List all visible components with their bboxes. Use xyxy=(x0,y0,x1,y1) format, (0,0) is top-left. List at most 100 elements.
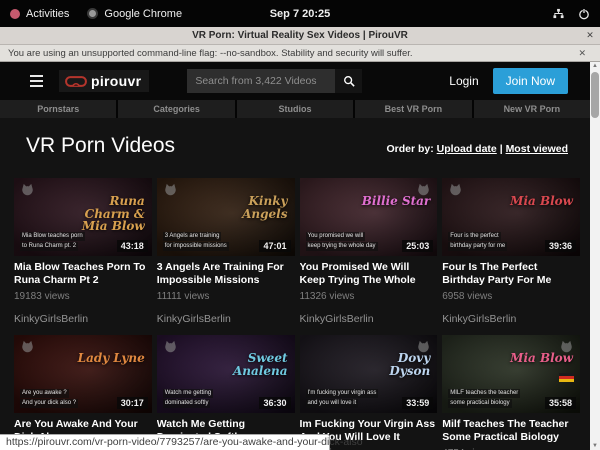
thumb-overlay-name: Runa Charm & Mia Blow xyxy=(75,195,145,233)
thumb-caption: Mia Blow teaches pornto Runa Charm pt. 2 xyxy=(20,232,85,251)
nav-item-best-vr[interactable]: Best VR Porn xyxy=(355,100,471,118)
window-titlebar: VR Porn: Virtual Reality Sex Videos | Pi… xyxy=(0,27,600,45)
video-views: 11111 views xyxy=(157,291,295,302)
video-grid: Runa Charm & Mia Blow Mia Blow teaches p… xyxy=(14,178,580,450)
video-studio-link[interactable]: KinkyGirlsBerlin xyxy=(157,313,295,326)
video-card: Billie Star You promised we willkeep try… xyxy=(300,178,438,326)
video-thumbnail[interactable]: Mia Blow MILF teaches the teachersome pr… xyxy=(442,335,580,413)
duration-badge: 30:17 xyxy=(117,397,148,409)
infobar-message: You are using an unsupported command-lin… xyxy=(8,48,572,59)
video-card: Kinky Angels 3 Angels are trainingfor im… xyxy=(157,178,295,326)
login-link[interactable]: Login xyxy=(449,74,478,88)
duration-badge: 43:18 xyxy=(117,240,148,252)
web-page: pirouvr Login Join Now Pornstars Categor… xyxy=(0,62,600,450)
thumb-overlay-name: Dovy Dyson xyxy=(360,352,430,377)
nav-item-new-vr[interactable]: New VR Porn xyxy=(474,100,590,118)
video-thumbnail[interactable]: Billie Star You promised we willkeep try… xyxy=(300,178,438,256)
vr-goggles-icon xyxy=(65,76,87,87)
video-thumbnail[interactable]: Mia Blow Four is the perfectbirthday par… xyxy=(442,178,580,256)
thumb-overlay-name: Sweet Analena xyxy=(218,352,288,377)
thumb-caption: MILF teaches the teachersome practical b… xyxy=(448,389,520,408)
duration-badge: 47:01 xyxy=(259,240,290,252)
video-views: 6958 views xyxy=(442,291,580,302)
studio-logo-icon xyxy=(20,182,35,202)
duration-badge: 33:59 xyxy=(402,397,433,409)
window-title: VR Porn: Virtual Reality Sex Videos | Pi… xyxy=(20,30,580,41)
search-input[interactable] xyxy=(187,69,335,93)
search-button[interactable] xyxy=(335,69,362,93)
video-title[interactable]: Milf Teaches The Teacher Some Practical … xyxy=(442,418,580,444)
video-card: Mia Blow Four is the perfectbirthday par… xyxy=(442,178,580,326)
thumb-caption: You promised we willkeep trying the whol… xyxy=(306,232,378,251)
order-by: Order by: Upload date | Most viewed xyxy=(386,143,568,155)
video-thumbnail[interactable]: Kinky Angels 3 Angels are trainingfor im… xyxy=(157,178,295,256)
thumb-overlay-name: Billie Star xyxy=(362,195,431,208)
duration-badge: 39:36 xyxy=(545,240,576,252)
activities-button[interactable]: Activities xyxy=(10,8,69,20)
nav-item-categories[interactable]: Categories xyxy=(118,100,234,118)
video-card: Runa Charm & Mia Blow Mia Blow teaches p… xyxy=(14,178,152,326)
activities-icon xyxy=(10,9,20,19)
thumb-caption: 3 Angels are trainingfor impossible miss… xyxy=(163,232,229,251)
thumb-caption: Watch me gettingdominated softly xyxy=(163,389,213,408)
video-card: Sweet Analena Watch me gettingdominated … xyxy=(157,335,295,450)
power-icon[interactable] xyxy=(578,8,590,20)
video-thumbnail[interactable]: Lady Lyne Are you awake ?And your dick a… xyxy=(14,335,152,413)
main-nav: Pornstars Categories Studios Best VR Por… xyxy=(0,100,590,118)
studio-logo-icon xyxy=(448,182,463,202)
search-icon xyxy=(343,75,355,87)
scrollbar-up-icon[interactable]: ▲ xyxy=(590,63,600,69)
thumb-caption: I'm fucking your virgin assand you will … xyxy=(306,389,379,408)
video-title[interactable]: Mia Blow Teaches Porn To Runa Charm Pt 2 xyxy=(14,261,152,287)
video-studio-link[interactable]: KinkyGirlsBerlin xyxy=(300,313,438,326)
thumb-caption: Four is the perfectbirthday party for me xyxy=(448,232,507,251)
network-icon[interactable] xyxy=(553,8,564,19)
studio-logo-icon xyxy=(163,182,178,202)
thumb-caption: Are you awake ?And your dick also ? xyxy=(20,389,78,408)
nav-item-pornstars[interactable]: Pornstars xyxy=(0,100,116,118)
video-studio-link[interactable]: KinkyGirlsBerlin xyxy=(442,313,580,326)
video-card: Dovy Dyson I'm fucking your virgin assan… xyxy=(300,335,438,450)
chrome-icon xyxy=(87,8,98,19)
scrollbar-thumb[interactable] xyxy=(591,72,599,118)
video-studio-link[interactable]: KinkyGirlsBerlin xyxy=(14,313,152,326)
scrollbar[interactable]: ▲ ▼ xyxy=(590,62,600,450)
studio-logo-icon xyxy=(163,339,178,359)
app-menu-button[interactable]: Google Chrome xyxy=(87,8,182,20)
duration-badge: 25:03 xyxy=(402,240,433,252)
order-by-label: Order by: xyxy=(386,143,433,155)
page-title: VR Porn Videos xyxy=(26,134,175,158)
window-close-icon[interactable]: ✕ xyxy=(580,30,600,41)
infobar-close-icon[interactable]: ✕ xyxy=(572,48,592,59)
studio-logo-icon xyxy=(20,339,35,359)
video-thumbnail[interactable]: Runa Charm & Mia Blow Mia Blow teaches p… xyxy=(14,178,152,256)
order-most-viewed-link[interactable]: Most viewed xyxy=(506,143,568,155)
nav-item-studios[interactable]: Studios xyxy=(237,100,353,118)
video-title[interactable]: 3 Angels Are Training For Impossible Mis… xyxy=(157,261,295,287)
thumb-overlay-name: Mia Blow xyxy=(510,195,573,208)
system-bar: Activities Google Chrome Sep 7 20:25 xyxy=(0,0,600,27)
status-bar-url: https://pirouvr.com/vr-porn-video/779325… xyxy=(0,434,330,450)
video-thumbnail[interactable]: Sweet Analena Watch me gettingdominated … xyxy=(157,335,295,413)
app-menu-label: Google Chrome xyxy=(104,8,182,20)
site-header: pirouvr Login Join Now xyxy=(0,62,590,100)
scrollbar-down-icon[interactable]: ▼ xyxy=(590,443,600,449)
menu-icon[interactable] xyxy=(30,75,43,88)
video-views: 11326 views xyxy=(300,291,438,302)
screen: Activities Google Chrome Sep 7 20:25 VR … xyxy=(0,0,600,450)
order-upload-date-link[interactable]: Upload date xyxy=(437,143,497,155)
flag-icon xyxy=(559,373,574,382)
video-title[interactable]: You Promised We Will Keep Trying The Who… xyxy=(300,261,438,287)
chrome-infobar: You are using an unsupported command-lin… xyxy=(0,45,600,62)
video-thumbnail[interactable]: Dovy Dyson I'm fucking your virgin assan… xyxy=(300,335,438,413)
thumb-overlay-name: Kinky Angels xyxy=(218,195,288,220)
video-card: Mia Blow MILF teaches the teachersome pr… xyxy=(442,335,580,450)
duration-badge: 36:30 xyxy=(259,397,290,409)
join-now-button[interactable]: Join Now xyxy=(493,68,568,94)
video-title[interactable]: Four Is The Perfect Birthday Party For M… xyxy=(442,261,580,287)
activities-label: Activities xyxy=(26,8,69,20)
site-logo-text: pirouvr xyxy=(91,73,141,89)
site-logo[interactable]: pirouvr xyxy=(59,70,149,92)
thumb-overlay-name: Lady Lyne xyxy=(78,352,145,365)
video-views: 19183 views xyxy=(14,291,152,302)
